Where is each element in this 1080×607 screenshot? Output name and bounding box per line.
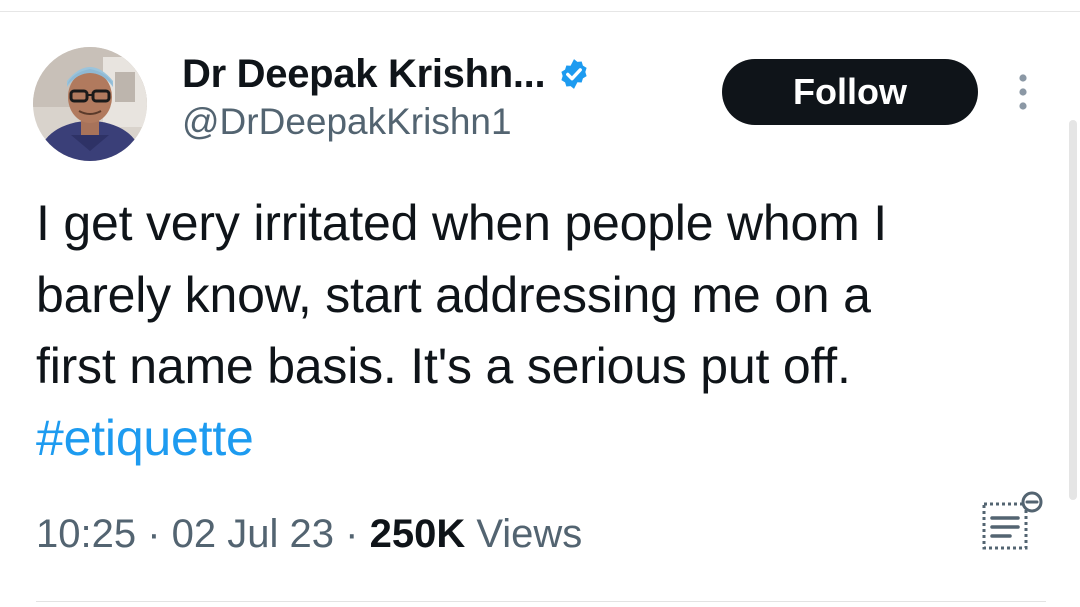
more-vertical-icon[interactable] [1013,72,1033,112]
scrollbar[interactable] [1069,120,1077,500]
display-name[interactable]: Dr Deepak Krishn... [182,52,546,97]
profile-photo [33,47,147,161]
verified-badge-icon[interactable] [557,57,591,91]
tweet-detail-view: Dr Deepak Krishn... @DrDeepakKrishn1 Fol… [0,0,1080,607]
author-header: Dr Deepak Krishn... @DrDeepakKrishn1 [182,50,591,143]
meta-separator: · [147,512,172,556]
avatar[interactable] [33,47,147,161]
tweet-meta: 10:25 · 02 Jul 23 · 250K Views [36,512,582,557]
tweet-text-line: I get very irritated when people whom I [36,195,887,251]
tweet-text-line: barely know, start addressing me on a [36,266,871,323]
follow-button[interactable]: Follow [722,59,978,125]
views-label: Views [476,512,583,556]
meta-separator: · [345,512,370,556]
bottom-divider [36,601,1046,602]
user-handle[interactable]: @DrDeepakKrishn1 [182,101,591,143]
tweet-time[interactable]: 10:25 [36,512,136,556]
tweet-body: I get very irritated when people whom I … [36,188,1046,474]
views-count: 250K [369,512,477,556]
name-row: Dr Deepak Krishn... [182,50,591,98]
hashtag-link[interactable]: #etiquette [36,403,1046,475]
top-divider [0,11,1080,12]
tweet-text-line: first name basis. It's a serious put off… [36,338,851,394]
post-analytics-icon[interactable] [978,490,1044,554]
tweet-date[interactable]: 02 Jul 23 [172,512,334,556]
